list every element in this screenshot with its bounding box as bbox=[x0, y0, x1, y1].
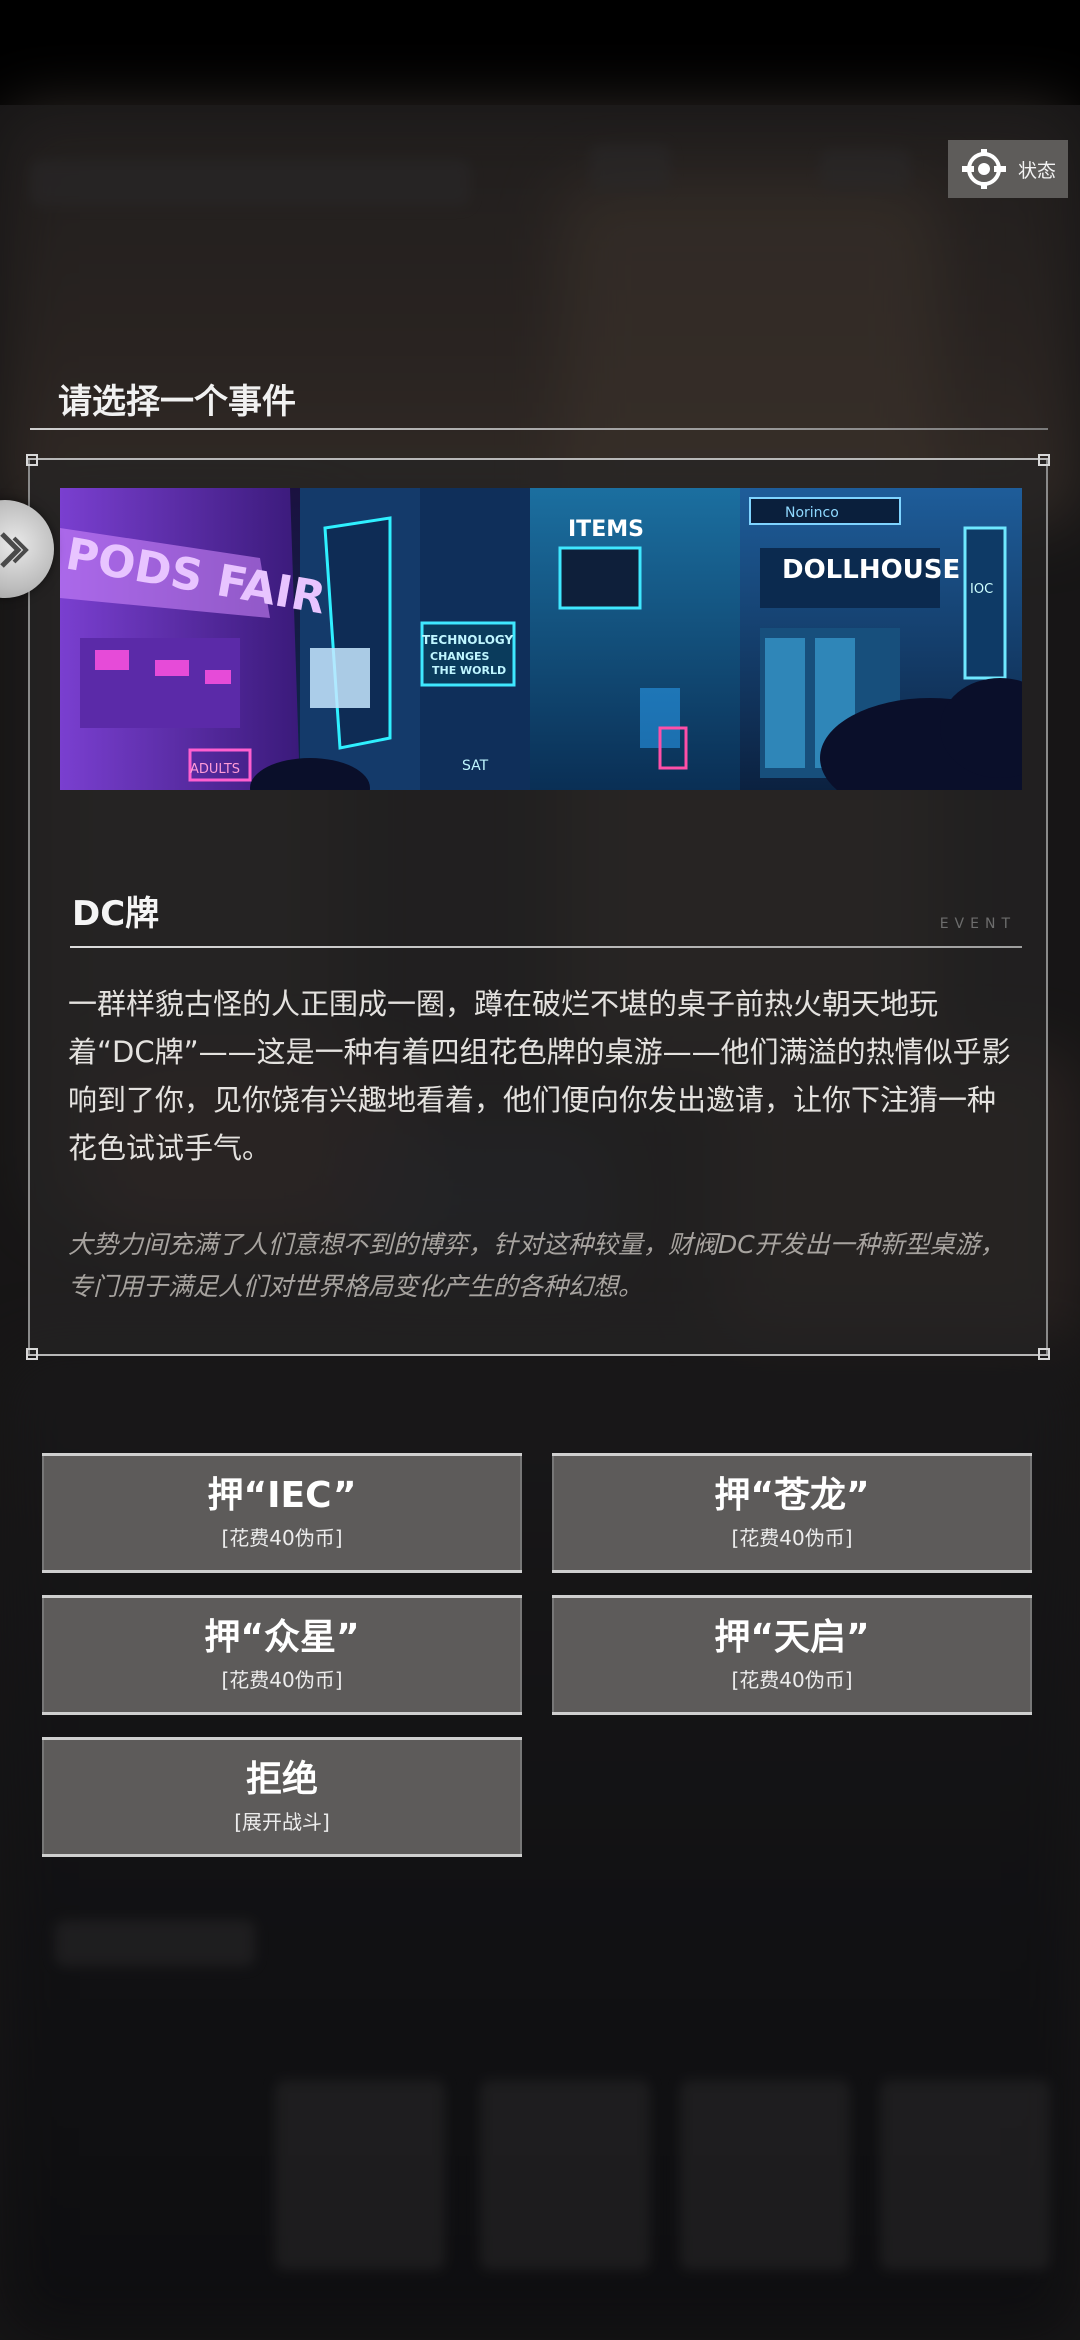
sign-technology: TECHNOLOGY bbox=[422, 633, 513, 647]
event-select-header: 请选择一个事件 bbox=[30, 362, 1048, 432]
corner-bracket bbox=[1038, 1348, 1050, 1360]
option-label: 押“苍龙” bbox=[714, 1475, 870, 1516]
event-tag-label: EVENT bbox=[939, 916, 1016, 932]
corner-bracket bbox=[1038, 454, 1050, 466]
bet-zhongxing-button[interactable]: 押“众星” [花费40伪币] bbox=[42, 1595, 522, 1715]
option-label: 押“众星” bbox=[204, 1617, 360, 1658]
double-chevron-right-icon bbox=[0, 532, 29, 568]
card-top-border bbox=[28, 458, 1048, 460]
option-cost: [花费40伪币] bbox=[221, 1526, 343, 1550]
event-card: PODS FAIR ITEMS DOLLHOUSE Norinco TECHNO… bbox=[26, 454, 1050, 1360]
status-button[interactable]: 状态 bbox=[948, 140, 1068, 198]
sign-adults: ADULTS bbox=[190, 762, 240, 777]
sign-items: ITEMS bbox=[568, 517, 644, 542]
status-label: 状态 bbox=[1017, 159, 1056, 182]
refuse-button[interactable]: 拒绝 [展开战斗] bbox=[42, 1737, 522, 1857]
sign-technology-3: THE WORLD bbox=[432, 664, 506, 677]
bet-canglong-button[interactable]: 押“苍龙” [花费40伪币] bbox=[552, 1453, 1032, 1573]
sign-technology-2: CHANGES bbox=[430, 650, 490, 663]
event-title-divider bbox=[70, 946, 1022, 948]
corner-bracket bbox=[26, 1348, 38, 1360]
status-gear-icon bbox=[961, 149, 1006, 189]
sign-sat: SAT bbox=[462, 758, 489, 774]
header-divider bbox=[30, 428, 1048, 430]
option-consequence: [展开战斗] bbox=[234, 1810, 330, 1834]
bet-iec-button[interactable]: 押“IEC” [花费40伪币] bbox=[42, 1453, 522, 1573]
card-bottom-border bbox=[28, 1354, 1048, 1356]
page-title: 请选择一个事件 bbox=[58, 382, 296, 422]
sign-norinco: Norinco bbox=[785, 505, 839, 521]
bet-tianqi-button[interactable]: 押“天启” [花费40伪币] bbox=[552, 1595, 1032, 1715]
event-title: DC牌 bbox=[72, 894, 160, 934]
cyberpunk-street-illustration: PODS FAIR ITEMS DOLLHOUSE Norinco TECHNO… bbox=[60, 488, 1022, 790]
option-label: 拒绝 bbox=[245, 1759, 318, 1800]
option-cost: [花费40伪币] bbox=[731, 1526, 853, 1550]
option-cost: [花费40伪币] bbox=[731, 1668, 853, 1692]
sign-dollhouse: DOLLHOUSE bbox=[782, 555, 960, 585]
event-description: 一群样貌古怪的人正围成一圈，蹲在破烂不堪的桌子前热火朝天地玩着“DC牌”——这是… bbox=[68, 987, 1011, 1165]
option-label: 押“天启” bbox=[714, 1617, 870, 1658]
event-flavor-text: 大势力间充满了人们意想不到的博弈，针对这种较量，财阀DC开发出一种新型桌游，专门… bbox=[68, 1230, 1005, 1301]
corner-bracket bbox=[26, 454, 38, 466]
top-bar-blackout bbox=[0, 0, 1080, 105]
sign-ioc: IOC bbox=[970, 582, 993, 597]
option-label: 押“IEC” bbox=[207, 1475, 357, 1516]
option-cost: [花费40伪币] bbox=[221, 1668, 343, 1692]
event-banner-image: PODS FAIR ITEMS DOLLHOUSE Norinco TECHNO… bbox=[60, 488, 1022, 790]
